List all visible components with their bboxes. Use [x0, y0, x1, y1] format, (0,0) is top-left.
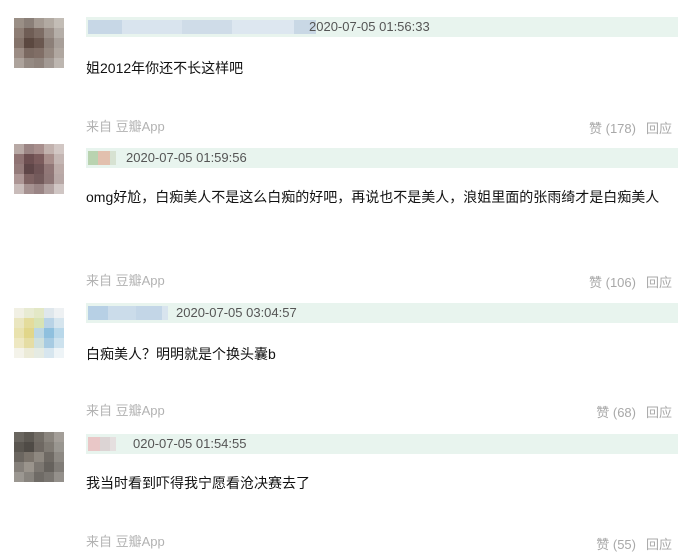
comment-timestamp: 2020-07-05 01:56:33 — [309, 19, 430, 34]
like-button[interactable]: 赞 (106) — [589, 275, 636, 290]
comment-actions: 赞 (178) 回应 — [589, 121, 672, 137]
comment-timestamp: 2020-07-05 03:04:57 — [176, 305, 297, 320]
comment-item: 2020-07-05 01:59:56 omg好尬，白痴美人不是这么白痴的好吧，… — [0, 140, 693, 300]
reply-button[interactable]: 回应 — [646, 405, 672, 420]
username-blurred[interactable] — [88, 437, 116, 451]
avatar[interactable] — [14, 18, 64, 68]
comment-item: 020-07-05 01:54:55 我当时看到吓得我宁愿看沧决赛去了 来自 豆… — [0, 426, 693, 559]
comment-item: 2020-07-05 01:56:33 姐2012年你还不长这样吧 来自 豆瓣A… — [0, 0, 693, 150]
reply-button[interactable]: 回应 — [646, 537, 672, 552]
avatar[interactable] — [14, 308, 64, 358]
comment-source: 来自 豆瓣App — [86, 403, 165, 418]
username-bar: 2020-07-05 01:59:56 — [86, 148, 678, 168]
like-button[interactable]: 赞 (55) — [596, 537, 636, 552]
username-bar: 2020-07-05 03:04:57 — [86, 303, 678, 323]
username-bar: 020-07-05 01:54:55 — [86, 434, 678, 454]
username-blurred[interactable] — [88, 306, 168, 320]
comment-timestamp: 020-07-05 01:54:55 — [133, 436, 247, 451]
comment-item: 2020-07-05 03:04:57 白痴美人？明明就是个换头囊b 来自 豆瓣… — [0, 296, 693, 426]
like-button[interactable]: 赞 (178) — [589, 121, 636, 136]
comment-source: 来自 豆瓣App — [86, 273, 165, 288]
comment-text: omg好尬，白痴美人不是这么白痴的好吧，再说也不是美人，浪姐里面的张雨绮才是白痴… — [86, 189, 660, 205]
comment-source: 来自 豆瓣App — [86, 534, 165, 549]
comment-timestamp: 2020-07-05 01:59:56 — [126, 150, 247, 165]
comment-actions: 赞 (68) 回应 — [596, 405, 672, 421]
avatar[interactable] — [14, 144, 64, 194]
username-bar: 2020-07-05 01:56:33 — [86, 17, 678, 37]
comment-source: 来自 豆瓣App — [86, 119, 165, 134]
comment-text: 白痴美人？明明就是个换头囊b — [86, 346, 276, 362]
comment-text: 我当时看到吓得我宁愿看沧决赛去了 — [86, 475, 310, 491]
reply-button[interactable]: 回应 — [646, 121, 672, 136]
comment-actions: 赞 (106) 回应 — [589, 275, 672, 291]
username-blurred[interactable] — [88, 20, 316, 34]
like-button[interactable]: 赞 (68) — [596, 405, 636, 420]
comment-text: 姐2012年你还不长这样吧 — [86, 60, 244, 76]
avatar[interactable] — [14, 432, 64, 482]
username-blurred[interactable] — [88, 151, 116, 165]
reply-button[interactable]: 回应 — [646, 275, 672, 290]
comment-actions: 赞 (55) 回应 — [596, 537, 672, 553]
